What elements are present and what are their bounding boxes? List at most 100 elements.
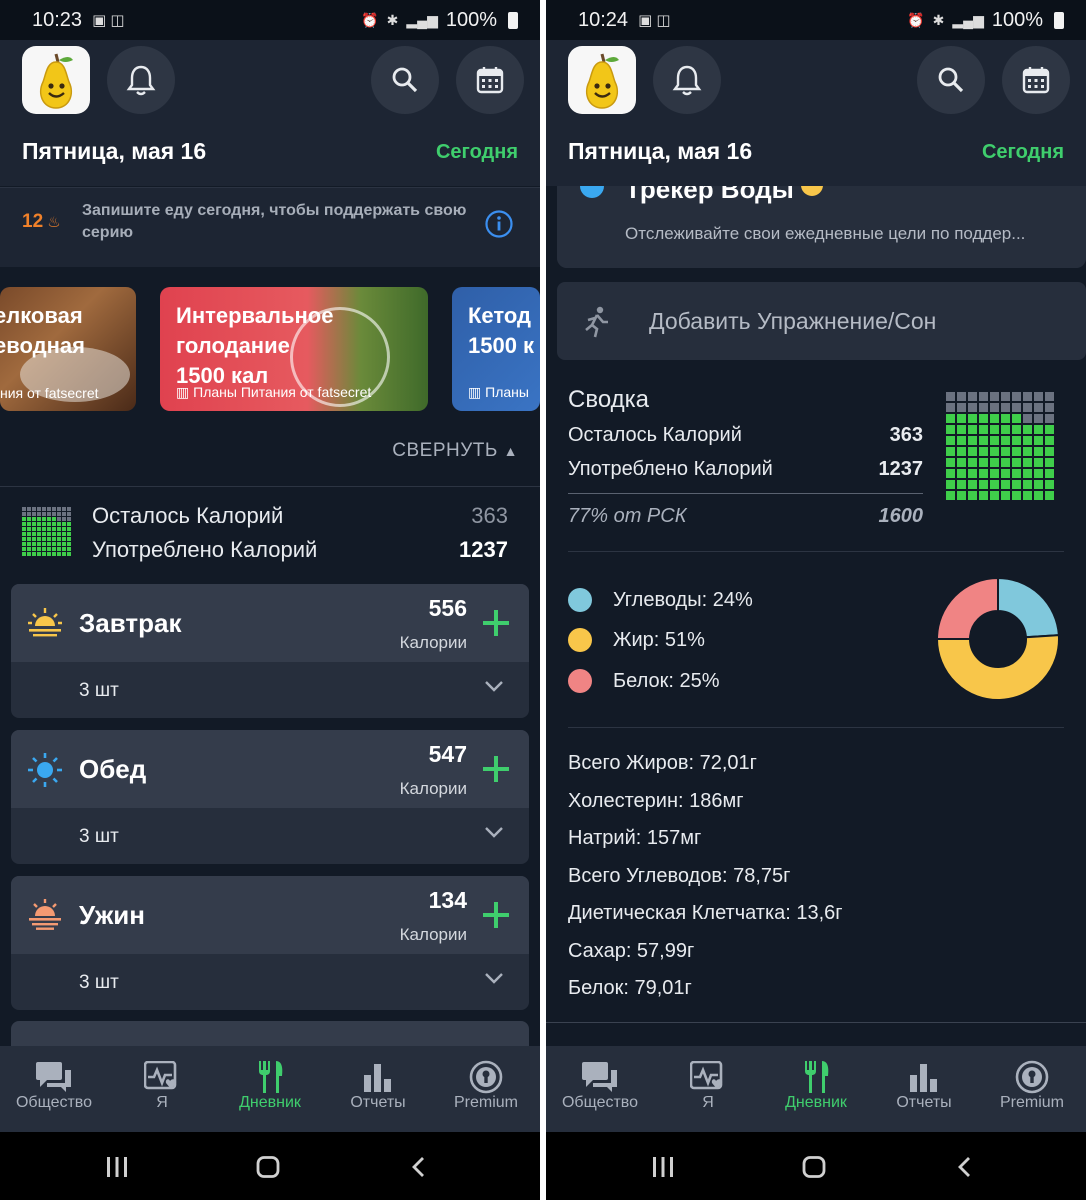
home-icon[interactable] — [802, 1156, 826, 1178]
calorie-grid-cell — [52, 522, 56, 526]
today-link[interactable]: Сегодня — [982, 141, 1064, 164]
calorie-grid-cell — [22, 507, 26, 511]
calorie-grid-cell — [37, 517, 41, 521]
nav-community[interactable]: Общество — [0, 1046, 108, 1132]
streak-message: Запишите еду сегодня, чтобы поддержать с… — [82, 202, 467, 241]
calorie-grid-cell — [957, 403, 966, 412]
diary-icon — [802, 1060, 830, 1094]
calorie-grid-cell — [62, 542, 66, 546]
calorie-grid-cell — [979, 436, 988, 445]
meal-calories-label: Калории — [399, 633, 467, 652]
calorie-grid-cell — [957, 436, 966, 445]
calorie-grid-cell — [42, 527, 46, 531]
calorie-grid-cell — [42, 512, 46, 516]
calorie-grid-cell — [22, 512, 26, 516]
calorie-grid-cell — [990, 392, 999, 401]
back-icon[interactable] — [410, 1156, 426, 1178]
status-notification-icons: ▣ ◫ — [92, 12, 125, 29]
calorie-grid-cell — [1034, 436, 1043, 445]
calorie-grid-cell — [47, 527, 51, 531]
community-icon — [35, 1060, 73, 1094]
calorie-grid-cell — [32, 517, 36, 521]
calendar-button[interactable] — [1002, 46, 1070, 114]
nav-me[interactable]: Я — [654, 1046, 762, 1132]
meal-plans-carousel[interactable]: елковая еводная ния от fatsecret Интервал… — [0, 287, 540, 411]
meal-card-lunch[interactable]: Обед 547 Калории 3 шт — [11, 730, 529, 864]
water-tracker-card-visible[interactable]: Трекер Воды Отслеживайте свои ежедневные… — [557, 186, 1086, 268]
search-button[interactable] — [917, 46, 985, 114]
water-tracker-description: Отслеживайте свои ежедневные цели по под… — [625, 224, 1026, 243]
calorie-grid-cell — [42, 522, 46, 526]
search-button[interactable] — [371, 46, 439, 114]
add-food-icon[interactable] — [481, 754, 511, 784]
nav-diary[interactable]: Дневник — [216, 1046, 324, 1132]
collapse-button[interactable]: СВЕРНУТЬ ▲ — [392, 440, 518, 462]
calorie-grid-cell — [990, 425, 999, 434]
meal-header[interactable]: Ужин 134 Калории — [11, 876, 529, 954]
calorie-grid-cell — [67, 522, 71, 526]
carbs-label: Углеводы: 24% — [613, 589, 753, 611]
remaining-calories-value: 363 — [471, 503, 508, 528]
date-title[interactable]: Пятница, мая 16 — [568, 138, 752, 165]
calorie-grid-cell — [62, 552, 66, 556]
add-exercise-sleep-button[interactable]: Добавить Упражнение/Сон — [557, 282, 1086, 360]
back-icon[interactable] — [956, 1156, 972, 1178]
app-logo[interactable] — [568, 46, 636, 114]
calorie-grid-cell — [1023, 469, 1032, 478]
nav-premium[interactable]: Premium — [978, 1046, 1086, 1132]
calorie-grid-cell — [946, 469, 955, 478]
remaining-calories-label: Осталось Калорий — [92, 503, 284, 528]
calendar-button[interactable] — [456, 46, 524, 114]
chevron-down-icon[interactable] — [483, 679, 505, 693]
bluetooth-icon: ✱ — [932, 11, 945, 28]
add-food-icon[interactable] — [481, 608, 511, 638]
calorie-grid-cell — [27, 517, 31, 521]
calorie-grid-cell — [1023, 392, 1032, 401]
calorie-grid-cell — [67, 507, 71, 511]
calorie-grid-cell — [968, 480, 977, 489]
notifications-button[interactable] — [653, 46, 721, 114]
plan-card-protein[interactable]: елковая еводная ния от fatsecret — [0, 287, 136, 411]
carbs-dot — [568, 588, 592, 612]
calorie-grid-cell — [42, 542, 46, 546]
calorie-grid-cell — [946, 447, 955, 456]
meal-header[interactable]: Завтрак 556 Калории — [11, 584, 529, 662]
date-title[interactable]: Пятница, мая 16 — [22, 138, 206, 165]
streak-count: 12 ♨ — [22, 211, 61, 233]
calorie-grid-cell — [62, 537, 66, 541]
info-icon[interactable] — [484, 209, 514, 239]
meal-header[interactable]: Обед 547 Калории — [11, 730, 529, 808]
app-logo[interactable] — [22, 46, 90, 114]
calorie-grid-cell — [968, 414, 977, 423]
calorie-summary[interactable]: Осталось Калорий 363 Употреблено Калорий… — [0, 500, 540, 570]
status-right: ⏰ ✱ ▂▄▆ 100% — [361, 9, 518, 32]
nav-premium[interactable]: Premium — [432, 1046, 540, 1132]
meal-name: Обед — [79, 754, 147, 784]
nutrient-fiber: Диетическая Клетчатка: 13,6г — [568, 902, 843, 924]
calorie-grid-cell — [979, 447, 988, 456]
nutrient-cholesterol: Холестерин: 186мг — [568, 790, 744, 812]
home-icon[interactable] — [256, 1156, 280, 1178]
today-link[interactable]: Сегодня — [436, 141, 518, 164]
recent-apps-icon[interactable] — [106, 1157, 128, 1177]
notifications-button[interactable] — [107, 46, 175, 114]
nav-reports[interactable]: Отчеты — [870, 1046, 978, 1132]
calorie-grid-cell — [47, 547, 51, 551]
plan-card-keto[interactable]: Кетод 1500 к ▥ Планы — [452, 287, 540, 411]
nav-community[interactable]: Общество — [546, 1046, 654, 1132]
summary-divider — [568, 493, 923, 494]
nav-reports[interactable]: Отчеты — [324, 1046, 432, 1132]
nav-diary[interactable]: Дневник — [762, 1046, 870, 1132]
add-food-icon[interactable] — [481, 900, 511, 930]
calorie-grid-cell — [62, 512, 66, 516]
meal-card-breakfast[interactable]: Завтрак 556 Калории 3 шт — [11, 584, 529, 718]
calorie-grid-cell — [1034, 469, 1043, 478]
meal-card-dinner[interactable]: Ужин 134 Калории 3 шт — [11, 876, 529, 1010]
chevron-down-icon[interactable] — [483, 971, 505, 985]
summary-consumed-row: Употреблено Калорий 1237 — [568, 458, 923, 481]
nav-me[interactable]: Я — [108, 1046, 216, 1132]
plan-card-fasting[interactable]: Интервальное голодание 1500 кал ▥ Планы Пи… — [160, 287, 428, 411]
recent-apps-icon[interactable] — [652, 1157, 674, 1177]
chevron-down-icon[interactable] — [483, 825, 505, 839]
protein-label: Белок: 25% — [613, 670, 720, 692]
